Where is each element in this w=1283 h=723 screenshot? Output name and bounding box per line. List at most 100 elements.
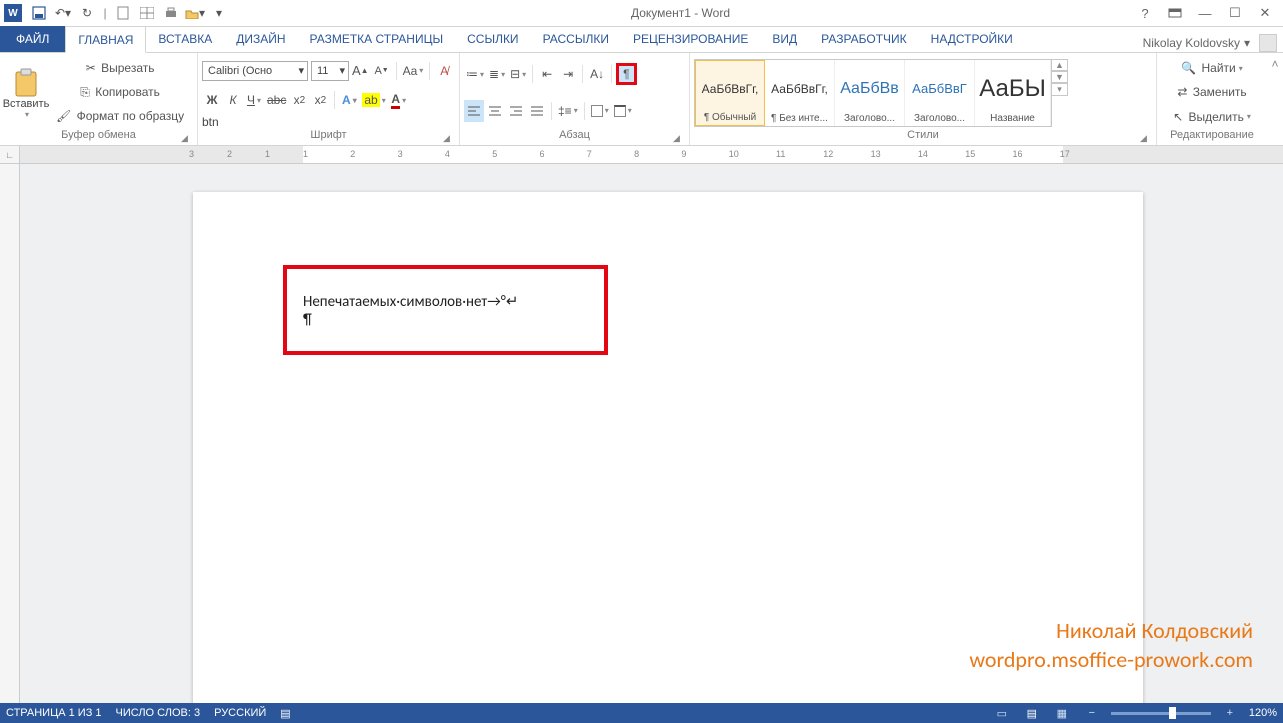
bold-button[interactable]: Ж	[202, 89, 222, 111]
group-font-label: Шрифт	[310, 129, 346, 141]
tab-layout[interactable]: РАЗМЕТКА СТРАНИЦЫ	[298, 26, 456, 52]
status-words[interactable]: ЧИСЛО СЛОВ: 3	[116, 707, 201, 719]
view-print-icon[interactable]: ▤	[1021, 705, 1043, 721]
group-editing: 🔍 Найти▾ ⇄ Заменить ↖ Выделить▾ Редактир…	[1157, 53, 1267, 145]
change-case-icon[interactable]: Aa▾	[401, 60, 426, 82]
justify-icon[interactable]	[527, 100, 547, 122]
zoom-in-button[interactable]: +	[1219, 705, 1241, 721]
copy-button[interactable]: ⎘ Копировать	[54, 81, 186, 103]
quickprint-icon[interactable]	[160, 2, 182, 24]
decrease-indent-icon[interactable]: ⇤	[537, 63, 557, 85]
account-area[interactable]: Nikolay Koldovsky ▾	[1143, 34, 1283, 52]
find-button[interactable]: 🔍 Найти▾	[1161, 57, 1263, 79]
tab-review[interactable]: РЕЦЕНЗИРОВАНИЕ	[621, 26, 760, 52]
italic-button[interactable]: К	[223, 89, 243, 111]
tab-view[interactable]: ВИД	[760, 26, 809, 52]
undo-icon[interactable]: ↶▾	[52, 2, 74, 24]
collapse-ribbon-icon[interactable]: ˄	[1267, 53, 1283, 145]
tab-addins[interactable]: НАДСТРОЙКИ	[919, 26, 1025, 52]
numbering-icon[interactable]: ≣▾	[487, 63, 507, 85]
paste-button[interactable]: Вставить ▾	[4, 56, 48, 129]
font-size-select[interactable]: 11▾	[311, 61, 349, 81]
tab-home[interactable]: ГЛАВНАЯ	[65, 26, 146, 53]
vertical-ruler[interactable]	[0, 164, 20, 703]
new-icon[interactable]	[112, 2, 134, 24]
font-color-icon[interactable]: A▾	[389, 89, 409, 111]
gallery-up-icon[interactable]: ▲	[1052, 59, 1068, 71]
bullets-icon[interactable]: ≔▾	[464, 63, 486, 85]
horizontal-ruler[interactable]: 3211234567891011121314151617	[20, 146, 1283, 164]
minimize-button[interactable]: —	[1191, 3, 1219, 23]
borders-icon[interactable]: ▾	[612, 100, 634, 122]
gallery-more-icon[interactable]: ▾	[1052, 83, 1068, 96]
sort-icon[interactable]: A↓	[587, 63, 607, 85]
subscript-icon[interactable]: x2	[289, 89, 309, 111]
clipboard-launcher[interactable]: ◢	[178, 132, 191, 145]
replace-button[interactable]: ⇄ Заменить	[1161, 81, 1263, 103]
font-family-select[interactable]: Calibri (Осно▾	[202, 61, 308, 81]
cut-button[interactable]: ✂ Вырезать	[54, 57, 186, 79]
gallery-down-icon[interactable]: ▼	[1052, 71, 1068, 83]
view-web-icon[interactable]: ▦	[1051, 705, 1073, 721]
increase-indent-icon[interactable]: ⇥	[558, 63, 578, 85]
close-button[interactable]: ✕	[1251, 3, 1279, 23]
help-button[interactable]: ?	[1131, 3, 1159, 23]
tab-insert[interactable]: ВСТАВКА	[146, 26, 224, 52]
save-icon[interactable]	[28, 2, 50, 24]
ribbon: Вставить ▾ ✂ Вырезать ⎘ Копировать 🖌 Фор…	[0, 53, 1283, 146]
status-language[interactable]: РУССКИЙ	[214, 707, 266, 719]
styles-launcher[interactable]: ◢	[1137, 132, 1150, 145]
ribbon-options-icon[interactable]	[1161, 3, 1189, 23]
style-normal[interactable]: АаБбВвГг, ¶ Обычный	[695, 60, 765, 126]
clear-format-icon[interactable]: A̸	[434, 60, 454, 82]
title-bar: W ↶▾ ↻ | ▾ ▾ Документ1 - Word ? — ☐ ✕	[0, 0, 1283, 27]
zoom-slider[interactable]	[1111, 712, 1211, 715]
align-left-icon[interactable]	[464, 100, 484, 122]
zoom-out-button[interactable]: −	[1081, 705, 1103, 721]
font-launcher[interactable]: ◢	[440, 132, 453, 145]
qat-customize-icon[interactable]: ▾	[208, 2, 230, 24]
strikethrough-icon[interactable]: abc	[265, 89, 288, 111]
table-icon[interactable]	[136, 2, 158, 24]
app-icon: W	[4, 4, 22, 22]
redo-icon[interactable]: ↻	[76, 2, 98, 24]
maximize-button[interactable]: ☐	[1221, 3, 1249, 23]
show-hide-paragraph-button[interactable]: ¶	[616, 63, 636, 85]
tab-file[interactable]: ФАЙЛ	[0, 26, 65, 52]
ribbon-tabbar: ФАЙЛ ГЛАВНАЯ ВСТАВКА ДИЗАЙН РАЗМЕТКА СТР…	[0, 27, 1283, 53]
style-title[interactable]: АаБЫ Название	[975, 60, 1051, 126]
underline-button[interactable]: Ч▾	[244, 89, 264, 111]
tab-design[interactable]: ДИЗАЙН	[224, 26, 297, 52]
text-effects-icon[interactable]: A▾	[339, 89, 359, 111]
open-icon[interactable]: ▾	[184, 2, 206, 24]
zoom-thumb[interactable]	[1169, 707, 1176, 719]
zoom-value[interactable]: 120%	[1249, 707, 1277, 719]
status-macro-icon[interactable]: ▤	[280, 707, 290, 720]
style-heading1[interactable]: АаБбВв Заголово...	[835, 60, 905, 126]
highlight-icon[interactable]: ab▾	[360, 89, 387, 111]
status-page[interactable]: СТРАНИЦА 1 ИЗ 1	[6, 707, 102, 719]
align-center-icon[interactable]	[485, 100, 505, 122]
style-heading2[interactable]: АаБбВвГ Заголово...	[905, 60, 975, 126]
grow-font-icon[interactable]: A▲	[350, 60, 371, 82]
view-read-icon[interactable]: ▭	[991, 705, 1013, 721]
shading-icon[interactable]: ▾	[589, 100, 611, 122]
tab-developer[interactable]: РАЗРАБОТЧИК	[809, 26, 919, 52]
document-viewport[interactable]: Непечатаемых·символов·нет→°↵ ¶ Николай К…	[20, 164, 1283, 703]
shrink-font-icon[interactable]: A▼	[372, 60, 392, 82]
style-no-spacing[interactable]: АаБбВвГг, ¶ Без инте...	[765, 60, 835, 126]
group-paragraph-label: Абзац	[559, 129, 590, 141]
style-gallery: АаБбВвГг, ¶ Обычный АаБбВвГг, ¶ Без инте…	[694, 59, 1052, 127]
superscript-icon[interactable]: x2	[310, 89, 330, 111]
tab-references[interactable]: ССЫЛКИ	[455, 26, 530, 52]
multilevel-icon[interactable]: ⊟▾	[508, 63, 528, 85]
line-spacing-icon[interactable]: ‡≡▾	[556, 100, 580, 122]
select-button[interactable]: ↖ Выделить▾	[1161, 106, 1263, 128]
format-painter-button[interactable]: 🖌 Формат по образцу	[54, 105, 186, 127]
tab-mailings[interactable]: РАССЫЛКИ	[531, 26, 621, 52]
paragraph-launcher[interactable]: ◢	[670, 132, 683, 145]
watermark: Николай Колдовский wordpro.msoffice-prow…	[969, 616, 1253, 675]
scissors-icon: ✂	[86, 61, 96, 75]
align-right-icon[interactable]	[506, 100, 526, 122]
document-body[interactable]: Непечатаемых·символов·нет→°↵ ¶	[303, 292, 518, 329]
